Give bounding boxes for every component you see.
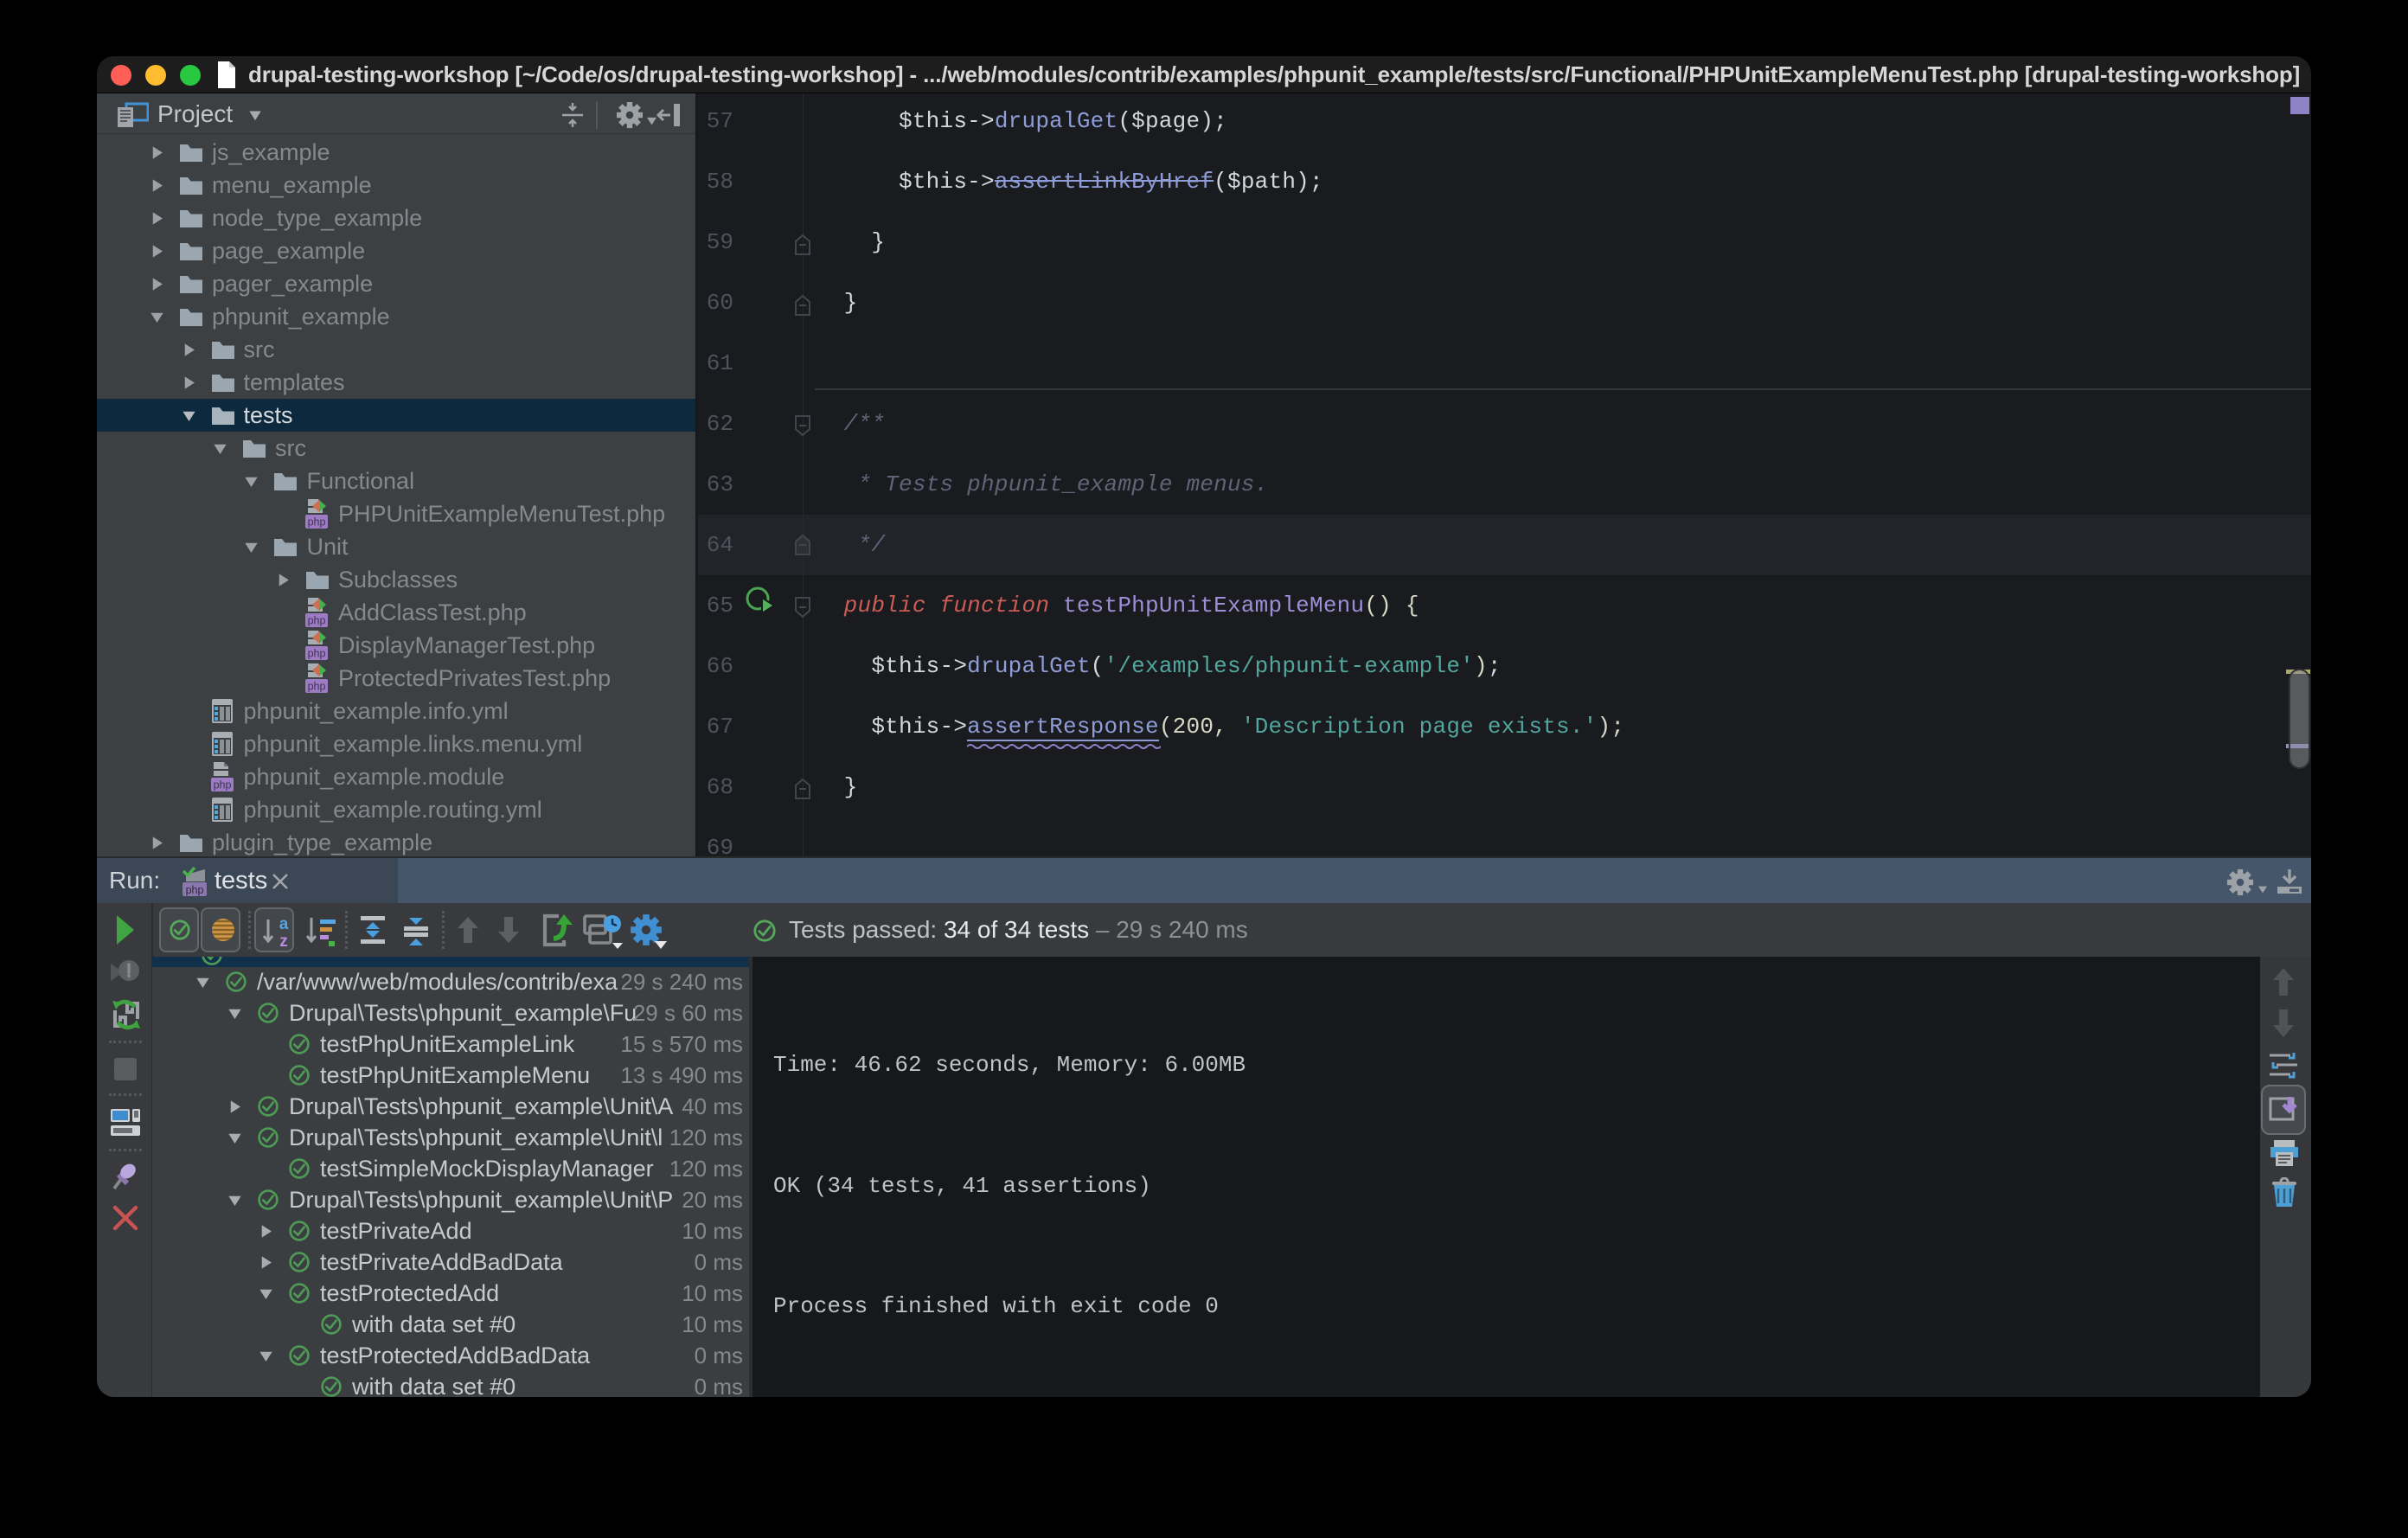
svg-text:php: php bbox=[308, 516, 326, 529]
svg-text:php: php bbox=[308, 681, 326, 693]
svg-text:a: a bbox=[279, 915, 289, 933]
svg-text:php: php bbox=[186, 884, 204, 896]
svg-text:z: z bbox=[279, 932, 288, 947]
svg-text:php: php bbox=[308, 648, 326, 660]
svg-text:php: php bbox=[308, 615, 326, 627]
svg-text:php: php bbox=[214, 779, 232, 791]
